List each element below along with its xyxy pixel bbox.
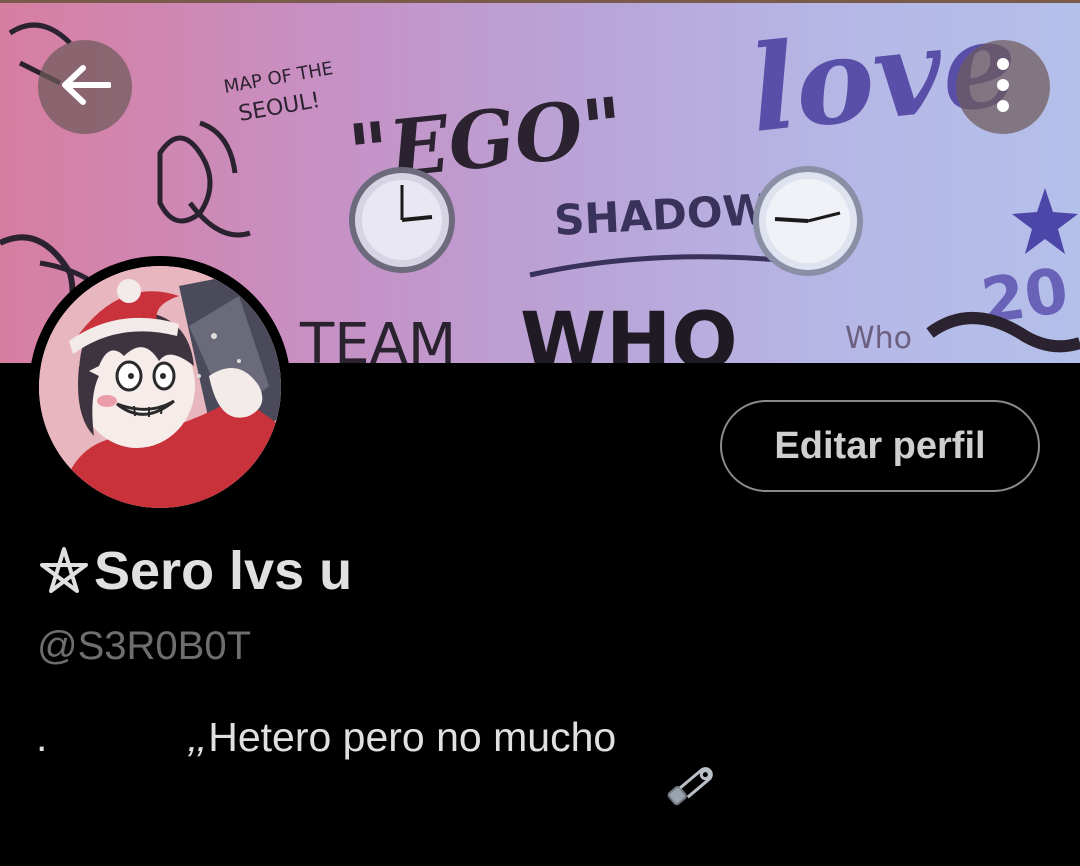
safety-pin-icon: [618, 712, 713, 806]
more-vertical-icon: [996, 57, 1010, 118]
back-button[interactable]: [38, 40, 132, 134]
clock-right: [753, 166, 863, 276]
edit-profile-button[interactable]: Editar perfil: [720, 400, 1040, 492]
graffiti-team-text: TEAM: [299, 312, 456, 363]
user-handle: @S3R0B0T: [37, 624, 252, 668]
display-name: Sero lvs u: [94, 541, 353, 601]
avatar[interactable]: [39, 266, 281, 508]
graffiti-shadow-text: SHADOW: [553, 185, 770, 245]
display-name-row: Sero lvs u: [36, 536, 352, 606]
profile-bio: . ‚‚ Hetero pero no mucho: [36, 712, 713, 806]
bio-text: Hetero pero no mucho: [208, 713, 617, 760]
graffiti-seoul-text: SEOUL!: [237, 88, 322, 127]
graffiti-who-small-text: Who: [845, 321, 912, 356]
graffiti-who-text: WHO: [520, 297, 738, 363]
more-options-button[interactable]: [956, 40, 1050, 134]
bio-dot: .: [36, 713, 48, 760]
avatar-illustration: [39, 266, 281, 508]
arrow-left-icon: [59, 64, 112, 110]
pentagram-icon: [36, 543, 92, 599]
clock-left: [349, 167, 455, 273]
bio-quote-mark: ‚‚: [188, 713, 207, 760]
